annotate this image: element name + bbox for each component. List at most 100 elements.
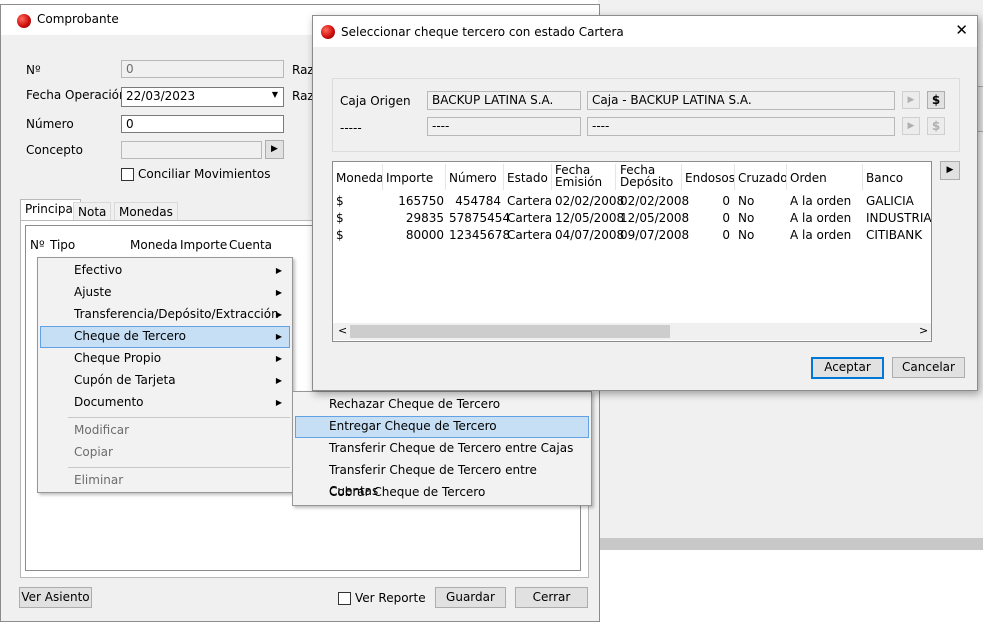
menu-item-label: Ajuste xyxy=(74,285,112,299)
tab-nota[interactable]: Nota xyxy=(73,202,112,221)
menu-item-label: Eliminar xyxy=(74,473,124,487)
cheques-grid[interactable]: Moneda Importe Número Estado Fecha Emisi… xyxy=(332,161,932,342)
menu-item-eliminar[interactable]: Eliminar xyxy=(40,470,290,492)
table-cell: 04/07/2008 xyxy=(555,228,625,242)
table-cell: GALICIA xyxy=(866,194,914,208)
table-row[interactable]: $165750 454784 Cartera 02/02/2008 02/02/2008… xyxy=(333,193,931,210)
menu-item-transferencia[interactable]: Transferencia/Depósito/Extracción ▶ xyxy=(40,304,290,326)
submenu-arrow-icon: ▶ xyxy=(275,376,282,385)
menu-item-cupon-tarjeta[interactable]: Cupón de Tarjeta ▶ xyxy=(40,370,290,392)
table-cell: 454784 xyxy=(455,194,501,208)
grid-hscrollbar[interactable]: < > xyxy=(333,323,931,340)
guardar-button[interactable]: Guardar xyxy=(435,587,506,608)
col-fecha-deposito[interactable]: Fecha Depósito xyxy=(620,164,673,188)
cancelar-button[interactable]: Cancelar xyxy=(892,357,965,378)
row2-code-field[interactable]: ---- xyxy=(427,117,581,136)
col-separator xyxy=(681,164,682,190)
menu-item-copiar[interactable]: Copiar xyxy=(40,442,290,464)
row2-desc-field[interactable]: ---- xyxy=(587,117,895,136)
aceptar-button[interactable]: Aceptar xyxy=(811,357,884,379)
col-banco[interactable]: Banco xyxy=(866,172,903,184)
menu-item-efectivo[interactable]: Efectivo ▶ xyxy=(40,260,290,282)
col-orden[interactable]: Orden xyxy=(790,172,827,184)
grid-col-importe[interactable]: Importe xyxy=(180,239,227,251)
concepto-field[interactable] xyxy=(121,141,262,159)
col-endosos[interactable]: Endosos xyxy=(685,172,735,184)
table-cell: 80000 xyxy=(405,228,444,242)
submenu: Rechazar Cheque de Tercero Entregar Cheq… xyxy=(292,391,592,506)
grid-expand-button[interactable]: ▶ xyxy=(940,161,960,180)
conciliar-label: Conciliar Movimientos xyxy=(138,167,271,181)
grid-header: Moneda Importe Número Estado Fecha Emisi… xyxy=(333,162,931,192)
table-cell: A la orden xyxy=(790,194,852,208)
nro-field[interactable]: 0 xyxy=(121,60,284,78)
grid-col-tipo[interactable]: Tipo xyxy=(50,239,75,251)
grid-col-moneda[interactable]: Moneda xyxy=(130,239,178,251)
caja-dollar-button[interactable]: $ xyxy=(927,91,945,109)
col-moneda[interactable]: Moneda xyxy=(336,172,384,184)
menu-item-modificar[interactable]: Modificar xyxy=(40,420,290,442)
grid-col-nro[interactable]: Nº xyxy=(30,239,45,251)
row2-dollar-button[interactable]: $ xyxy=(927,117,945,135)
cerrar-button[interactable]: Cerrar xyxy=(515,587,588,608)
col-fecha-emision[interactable]: Fecha Emisión xyxy=(555,164,602,188)
ver-reporte-checkbox[interactable] xyxy=(338,592,351,605)
submenu-arrow-icon: ▶ xyxy=(275,288,282,297)
submenu-arrow-icon: ▶ xyxy=(275,398,282,407)
ver-reporte-label: Ver Reporte xyxy=(355,591,426,605)
table-row[interactable]: $80000 12345678 Cartera 04/07/2008 09/07/200… xyxy=(333,227,931,244)
menu-item-cheque-propio[interactable]: Cheque Propio ▶ xyxy=(40,348,290,370)
col-separator xyxy=(445,164,446,190)
ver-asiento-button[interactable]: Ver Asiento xyxy=(19,587,92,608)
table-cell: Cartera xyxy=(507,194,553,208)
menu-item-label: Documento xyxy=(74,395,144,409)
caja-desc-field[interactable]: Caja - BACKUP LATINA S.A. xyxy=(587,91,895,110)
menu-item-cheque-tercero[interactable]: Cheque de Tercero ▶ xyxy=(40,326,290,348)
submenu-arrow-icon: ▶ xyxy=(275,354,282,363)
table-cell: 02/02/2008 xyxy=(620,194,690,208)
grid-col-cuenta[interactable]: Cuenta xyxy=(229,239,272,251)
col-separator xyxy=(503,164,504,190)
scroll-left-icon[interactable]: < xyxy=(338,324,347,337)
submenu-item-transferir-cuentas[interactable]: Transferir Cheque de Tercero entre Cuent… xyxy=(295,460,589,498)
conciliar-checkbox[interactable] xyxy=(121,168,134,181)
submenu-item-transferir-cajas[interactable]: Transferir Cheque de Tercero entre Cajas xyxy=(295,438,589,460)
submenu-arrow-icon: ▶ xyxy=(275,266,282,275)
tab-principal[interactable]: Principal xyxy=(20,199,82,221)
caja-code-field[interactable]: BACKUP LATINA S.A. xyxy=(427,91,581,110)
tab-monedas[interactable]: Monedas xyxy=(114,202,178,221)
submenu-arrow-icon: ▶ xyxy=(275,332,282,341)
menu-separator xyxy=(68,467,290,468)
background-scrollbar[interactable] xyxy=(598,538,983,550)
menu-separator xyxy=(68,417,290,418)
table-cell: 29835 xyxy=(405,211,444,225)
caja-next-button[interactable]: ▶ xyxy=(902,91,920,109)
row2-next-button[interactable]: ▶ xyxy=(902,117,920,135)
fecha-field[interactable]: 22/03/2023 ▼ xyxy=(121,87,284,107)
col-numero[interactable]: Número xyxy=(449,172,497,184)
table-cell: Cartera xyxy=(507,228,553,242)
submenu-item-rechazar[interactable]: Rechazar Cheque de Tercero xyxy=(295,394,589,416)
table-cell: No xyxy=(738,194,755,208)
scroll-thumb[interactable] xyxy=(350,325,670,338)
scroll-right-icon[interactable]: > xyxy=(919,324,928,337)
menu-item-ajuste[interactable]: Ajuste ▶ xyxy=(40,282,290,304)
col-importe[interactable]: Importe xyxy=(386,172,433,184)
concepto-lookup-button[interactable]: ▶ xyxy=(265,140,284,159)
col-separator xyxy=(551,164,552,190)
razon-label-2: Raz xyxy=(292,89,314,103)
submenu-item-entregar[interactable]: Entregar Cheque de Tercero xyxy=(295,416,589,438)
submenu-item-cobrar[interactable]: Cobrar Cheque de Tercero xyxy=(295,482,589,504)
menu-item-documento[interactable]: Documento ▶ xyxy=(40,392,290,414)
window-title: Comprobante xyxy=(37,12,119,26)
concepto-label: Concepto xyxy=(26,143,83,157)
col-separator xyxy=(862,164,863,190)
col-estado[interactable]: Estado xyxy=(507,172,548,184)
table-row[interactable]: $29835 57875454 Cartera 12/05/2008 12/05/200… xyxy=(333,210,931,227)
chevron-down-icon[interactable]: ▼ xyxy=(272,90,278,99)
submenu-item-label: Rechazar Cheque de Tercero xyxy=(329,397,501,411)
numero-field[interactable]: 0 xyxy=(121,115,284,133)
menu-item-label: Cheque de Tercero xyxy=(74,329,186,343)
col-cruzado[interactable]: Cruzado xyxy=(738,172,788,184)
close-icon[interactable]: ✕ xyxy=(955,21,968,39)
